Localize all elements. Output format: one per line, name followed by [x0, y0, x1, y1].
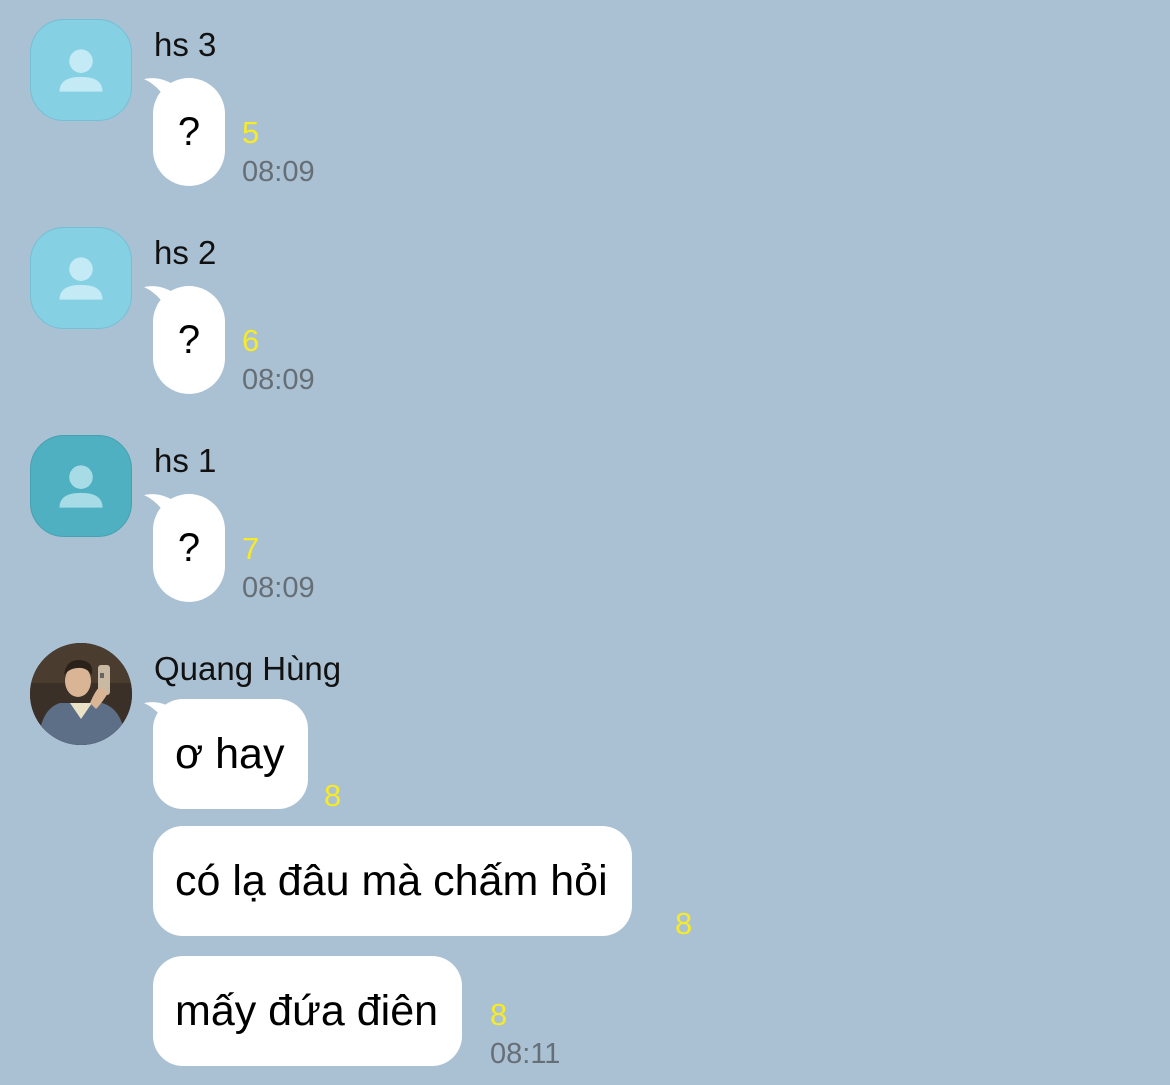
avatar[interactable]	[30, 19, 132, 121]
message-bubble[interactable]: ?	[153, 494, 225, 602]
unread-count: 8	[675, 906, 693, 941]
sender-name: hs 2	[154, 234, 217, 271]
message-time: 08:09	[242, 156, 315, 188]
message-bubble[interactable]: ơ hay	[153, 699, 309, 809]
avatar[interactable]	[30, 435, 132, 537]
sender-name: hs 3	[154, 26, 217, 63]
message-bubble[interactable]: có lạ đâu mà chấm hỏi	[153, 826, 632, 936]
avatar[interactable]	[30, 227, 132, 329]
profile-photo	[30, 643, 132, 745]
default-person-icon	[59, 465, 103, 508]
sender-name: Quang Hùng	[154, 650, 342, 687]
unread-count: 5	[242, 115, 260, 150]
message-bubble[interactable]: ?	[153, 78, 225, 186]
message-bubble[interactable]: mấy đứa điên	[153, 956, 463, 1066]
message-bubble[interactable]: ?	[153, 286, 225, 394]
unread-count: 8	[490, 997, 508, 1032]
unread-count: 7	[242, 531, 260, 566]
message-time: 08:09	[242, 572, 315, 604]
sender-name: hs 1	[154, 442, 217, 479]
default-person-icon	[59, 49, 103, 92]
default-person-icon	[59, 257, 103, 300]
message-time: 08:11	[490, 1038, 561, 1070]
unread-count: 8	[324, 778, 342, 813]
message-time: 08:09	[242, 364, 315, 396]
avatar[interactable]	[30, 643, 132, 745]
unread-count: 6	[242, 323, 260, 358]
